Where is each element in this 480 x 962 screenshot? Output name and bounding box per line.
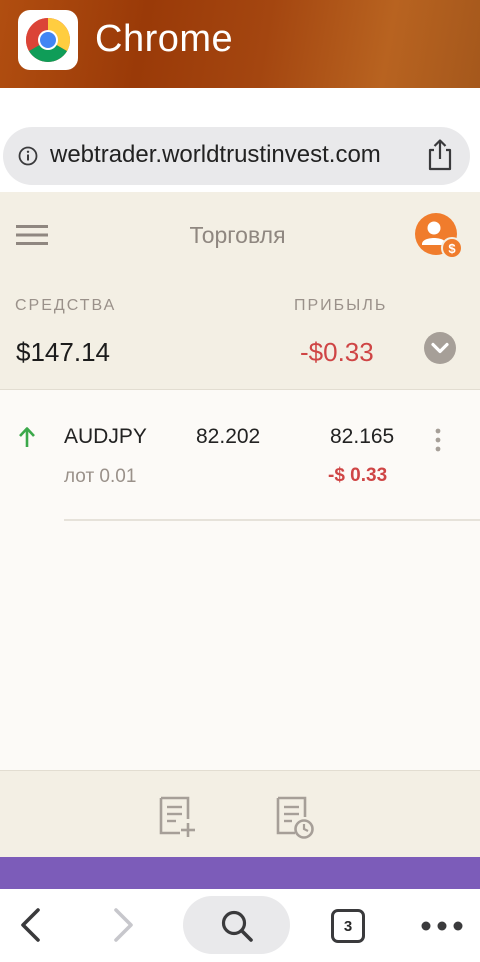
url-text[interactable]: webtrader.worldtrustinvest.com	[50, 141, 381, 169]
open-positions-list: AUDJPY 82.202 82.165 лот 0.01 -$ 0.33	[0, 390, 480, 770]
trade-symbol: AUDJPY	[64, 425, 147, 448]
forward-arrow-icon[interactable]	[110, 906, 136, 944]
funds-amount: 147.14	[30, 337, 110, 367]
app-switcher-header: Chrome	[0, 0, 480, 88]
app-name: Chrome	[95, 18, 234, 60]
new-order-icon[interactable]	[158, 795, 198, 839]
page-footer-strip	[0, 857, 480, 889]
page-title: Торговля	[189, 222, 286, 248]
svg-text:$: $	[448, 241, 456, 256]
back-arrow-icon[interactable]	[18, 906, 44, 944]
trade-profit: -$ 0.33	[328, 465, 388, 486]
profit-amount: 0.33	[323, 337, 374, 367]
funds-label: СРЕДСТВА	[15, 297, 117, 314]
trade-lot: лот 0.01	[64, 466, 137, 487]
funds-value: $147.14	[16, 337, 110, 368]
chrome-logo-icon[interactable]	[18, 10, 78, 70]
user-dollar-icon[interactable]: $	[414, 212, 462, 260]
address-bar[interactable]: webtrader.worldtrustinvest.com	[3, 127, 470, 185]
more-dots-icon[interactable]	[420, 919, 464, 933]
trade-open-price: 82.202	[196, 425, 261, 448]
order-history-icon[interactable]	[275, 795, 315, 839]
kebab-menu-icon[interactable]	[432, 427, 444, 453]
search-icon	[221, 910, 253, 942]
trade-current-price: 82.165	[330, 425, 395, 448]
chevron-down-circle-icon[interactable]	[424, 332, 456, 364]
info-icon[interactable]	[18, 146, 38, 166]
search-button[interactable]	[183, 896, 290, 954]
funds-currency: $	[16, 337, 31, 367]
profit-value: -$0.33	[300, 337, 374, 368]
account-summary-panel: Торговля $ СРЕДСТВА ПРИБЫЛЬ $147.14 -$0.…	[0, 192, 480, 390]
share-icon[interactable]	[425, 138, 455, 172]
trade-actions-bar	[0, 770, 480, 858]
tab-switcher-button[interactable]: 3	[331, 909, 365, 943]
row-divider	[64, 519, 480, 521]
profit-sign: -$	[300, 337, 324, 367]
profit-label: ПРИБЫЛЬ	[294, 297, 388, 314]
arrow-up-icon	[19, 427, 35, 447]
browser-toolbar: 3	[0, 889, 480, 962]
